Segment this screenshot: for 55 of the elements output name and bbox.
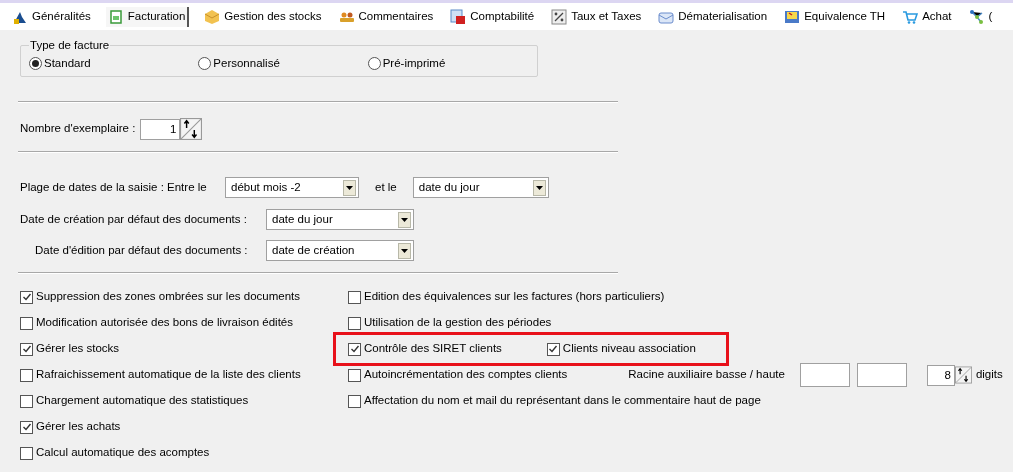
- tab[interactable]: Généralités: [10, 6, 93, 27]
- checkmark-icon: [21, 344, 32, 354]
- checkbox[interactable]: Calcul automatique des acomptes: [20, 444, 210, 462]
- checkmark-icon: [548, 344, 559, 354]
- unit-label: digits: [975, 367, 1003, 383]
- cart-icon: [902, 8, 919, 25]
- checkmark-icon: [21, 292, 32, 302]
- percent-icon: [551, 8, 568, 25]
- field-label: et le: [375, 179, 397, 195]
- field-label: Date de création par défaut des documents :: [20, 211, 248, 227]
- creation-date-dropdown[interactable]: date du jour: [266, 209, 414, 230]
- tab[interactable]: Gestion des stocks: [202, 6, 324, 27]
- tab[interactable]: Achat: [900, 6, 954, 27]
- field-label: Plage de dates de la saisie : Entre le: [20, 179, 208, 195]
- checkbox[interactable]: Suppression des zones ombrées sur les documents: [20, 288, 300, 306]
- copies-spinbox[interactable]: 1: [140, 118, 181, 140]
- radio-button[interactable]: Standard: [29, 55, 199, 73]
- spin-arrows-icon[interactable]: [180, 118, 203, 140]
- box-icon: [204, 8, 221, 25]
- tab[interactable]: Equivalence TH: [782, 6, 888, 27]
- calculator-icon: [450, 8, 467, 25]
- checkbox[interactable]: Contrôle des SIRET clients: [348, 340, 502, 358]
- note-icon: [784, 8, 801, 25]
- digits-spinbox[interactable]: 8: [926, 364, 955, 386]
- field-label: Racine auxiliaire basse / haute: [628, 367, 785, 383]
- checkbox[interactable]: Modification autorisée des bons de livraison édités: [20, 314, 293, 332]
- tab[interactable]: Facturation: [105, 6, 190, 27]
- tab[interactable]: Taux et Taxes: [549, 6, 644, 27]
- low-root-field[interactable]: [799, 363, 850, 387]
- checkbox[interactable]: Clients niveau association: [546, 340, 696, 358]
- checkbox[interactable]: Gérer les achats: [20, 418, 121, 436]
- checkbox[interactable]: Rafraichissement automatique de la liste des clients: [20, 366, 301, 384]
- checkmark-icon: [349, 344, 360, 354]
- checkbox[interactable]: Autoincrémentation des comptes clients: [348, 366, 568, 384]
- checkbox[interactable]: Edition des équivalences sur les factures (hors particuliers): [348, 288, 665, 306]
- field-label: Nombre d'exemplaire :: [20, 121, 136, 137]
- radio-button[interactable]: Pré-imprimé: [367, 55, 537, 73]
- checkbox[interactable]: Affectation du nom et mail du représentant dans le commentaire haut de page: [348, 392, 761, 410]
- radio-button[interactable]: Personnalisé: [198, 55, 368, 73]
- edit-date-dropdown[interactable]: date de création: [266, 240, 414, 261]
- tab[interactable]: Commentaires: [336, 6, 436, 27]
- checkbox[interactable]: Utilisation de la gestion des périodes: [348, 314, 552, 332]
- field-label: Date d'édition par défaut des documents :: [34, 242, 249, 258]
- document-icon: [107, 8, 124, 25]
- network-icon: [968, 8, 985, 25]
- checkmark-icon: [21, 422, 32, 432]
- checkbox[interactable]: Chargement automatique des statistiques: [20, 392, 249, 410]
- high-root-field[interactable]: [856, 363, 907, 387]
- tab[interactable]: Comptabilité: [448, 6, 537, 27]
- tab[interactable]: (: [966, 6, 995, 27]
- spin-arrows-icon[interactable]: [954, 365, 972, 385]
- tab[interactable]: Dématerialisation: [656, 6, 770, 27]
- checkbox[interactable]: Gérer les stocks: [20, 340, 120, 358]
- start-date-dropdown[interactable]: début mois -2: [225, 177, 359, 198]
- end-date-dropdown[interactable]: date du jour: [412, 177, 549, 198]
